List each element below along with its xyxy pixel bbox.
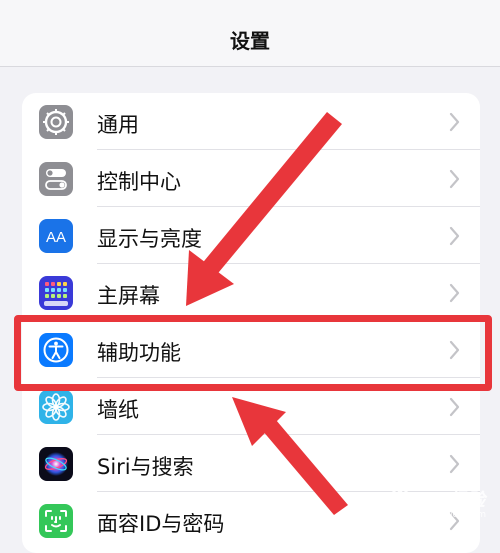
settings-row-label: 面容ID与密码 bbox=[97, 512, 225, 536]
settings-row-general[interactable]: 通用 bbox=[22, 93, 480, 150]
settings-row-label: 控制中心 bbox=[97, 170, 181, 194]
chevron-right-icon bbox=[449, 283, 460, 303]
page-title: 设置 bbox=[230, 29, 270, 53]
watermark-text: Bai经验 bbox=[413, 490, 487, 511]
home-grid-icon bbox=[39, 276, 73, 310]
chevron-right-icon bbox=[449, 340, 460, 360]
settings-row-label: 显示与亮度 bbox=[97, 227, 202, 251]
chevron-right-icon bbox=[449, 454, 460, 474]
navigation-bar: 设置 bbox=[0, 0, 500, 67]
settings-row-label: 主屏幕 bbox=[97, 284, 160, 308]
chevron-right-icon bbox=[449, 226, 460, 246]
settings-row-label: 通用 bbox=[97, 113, 139, 137]
settings-row-wallpaper[interactable]: 墙纸 bbox=[22, 378, 480, 435]
watermark-subtext: jingyan.baidu.com bbox=[403, 510, 487, 520]
settings-row-label: 墙纸 bbox=[97, 398, 139, 422]
settings-row-label: 辅助功能 bbox=[97, 341, 181, 365]
baidu-watermark: Bai经验 jingyan.baidu.com bbox=[383, 480, 495, 525]
face-id-icon bbox=[39, 504, 73, 538]
accessibility-icon bbox=[39, 333, 73, 367]
chevron-right-icon bbox=[449, 112, 460, 132]
paw-icon bbox=[391, 486, 409, 508]
settings-row-label: Siri与搜索 bbox=[97, 455, 194, 479]
chevron-right-icon bbox=[449, 169, 460, 189]
settings-row-accessibility[interactable]: 辅助功能 bbox=[22, 321, 480, 378]
settings-row-display-brightness[interactable]: AA 显示与亮度 bbox=[22, 207, 480, 264]
text-size-icon-text: AA bbox=[46, 229, 66, 246]
settings-row-control-center[interactable]: 控制中心 bbox=[22, 150, 480, 207]
gear-icon bbox=[39, 105, 73, 139]
toggles-icon bbox=[39, 162, 73, 196]
flower-icon bbox=[39, 390, 73, 424]
text-size-icon: AA bbox=[39, 219, 73, 253]
siri-icon bbox=[39, 447, 73, 481]
chevron-right-icon bbox=[449, 397, 460, 417]
settings-row-home-screen[interactable]: 主屏幕 bbox=[22, 264, 480, 321]
